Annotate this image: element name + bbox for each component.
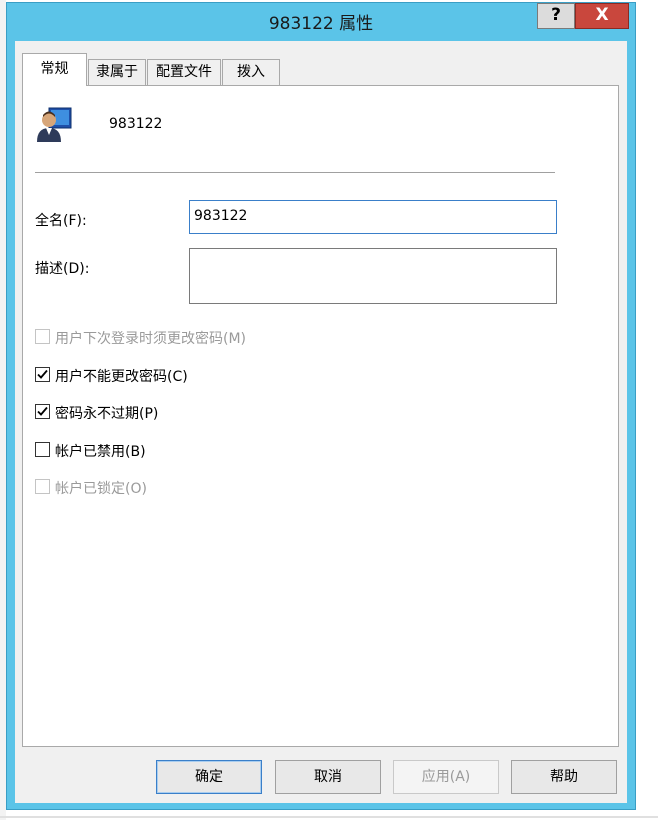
fullname-input[interactable]: 983122: [189, 200, 557, 234]
background-divider: [0, 816, 658, 818]
checkmark-icon: [37, 406, 48, 416]
tab-member-of[interactable]: 隶属于: [88, 59, 146, 85]
checkbox-box: [35, 367, 50, 382]
ok-button[interactable]: 确定: [156, 760, 262, 794]
apply-button[interactable]: 应用(A): [393, 760, 499, 794]
checkbox-label: 帐户已锁定(O): [55, 481, 147, 497]
dialog-client-area: 常规 隶属于 配置文件 拨入 983122 全名(F): 983122 描述(D: [15, 41, 627, 803]
help-titlebar-button[interactable]: ?: [537, 3, 575, 29]
tab-profile[interactable]: 配置文件: [147, 59, 221, 85]
user-name: 983122: [109, 116, 163, 132]
checkbox-box: [35, 404, 50, 419]
fullname-label: 全名(F):: [35, 213, 87, 229]
cancel-button[interactable]: 取消: [275, 760, 381, 794]
checkbox-box: [35, 479, 50, 494]
help-button[interactable]: 帮助: [511, 760, 617, 794]
separator: [35, 172, 555, 173]
checkbox-label: 密码永不过期(P): [55, 406, 159, 422]
general-tab-panel: 983122 全名(F): 983122 描述(D): 用户下次登录时须更改密码…: [22, 85, 619, 747]
tab-dial-in[interactable]: 拨入: [222, 59, 280, 85]
tab-general[interactable]: 常规: [22, 53, 87, 86]
checkbox-box: [35, 442, 50, 457]
checkbox-label: 用户不能更改密码(C): [55, 369, 188, 385]
checkbox-label: 帐户已禁用(B): [55, 444, 146, 460]
properties-dialog: 983122 属性 ? X 常规 隶属于 配置文件 拨入 983122 全名(F…: [6, 2, 636, 810]
checkbox-label: 用户下次登录时须更改密码(M): [55, 331, 247, 347]
description-label: 描述(D):: [35, 261, 90, 277]
checkmark-icon: [37, 369, 48, 379]
checkbox-box: [35, 329, 50, 344]
close-button[interactable]: X: [575, 3, 629, 29]
user-computer-icon: [35, 104, 75, 144]
description-input[interactable]: [189, 248, 557, 304]
